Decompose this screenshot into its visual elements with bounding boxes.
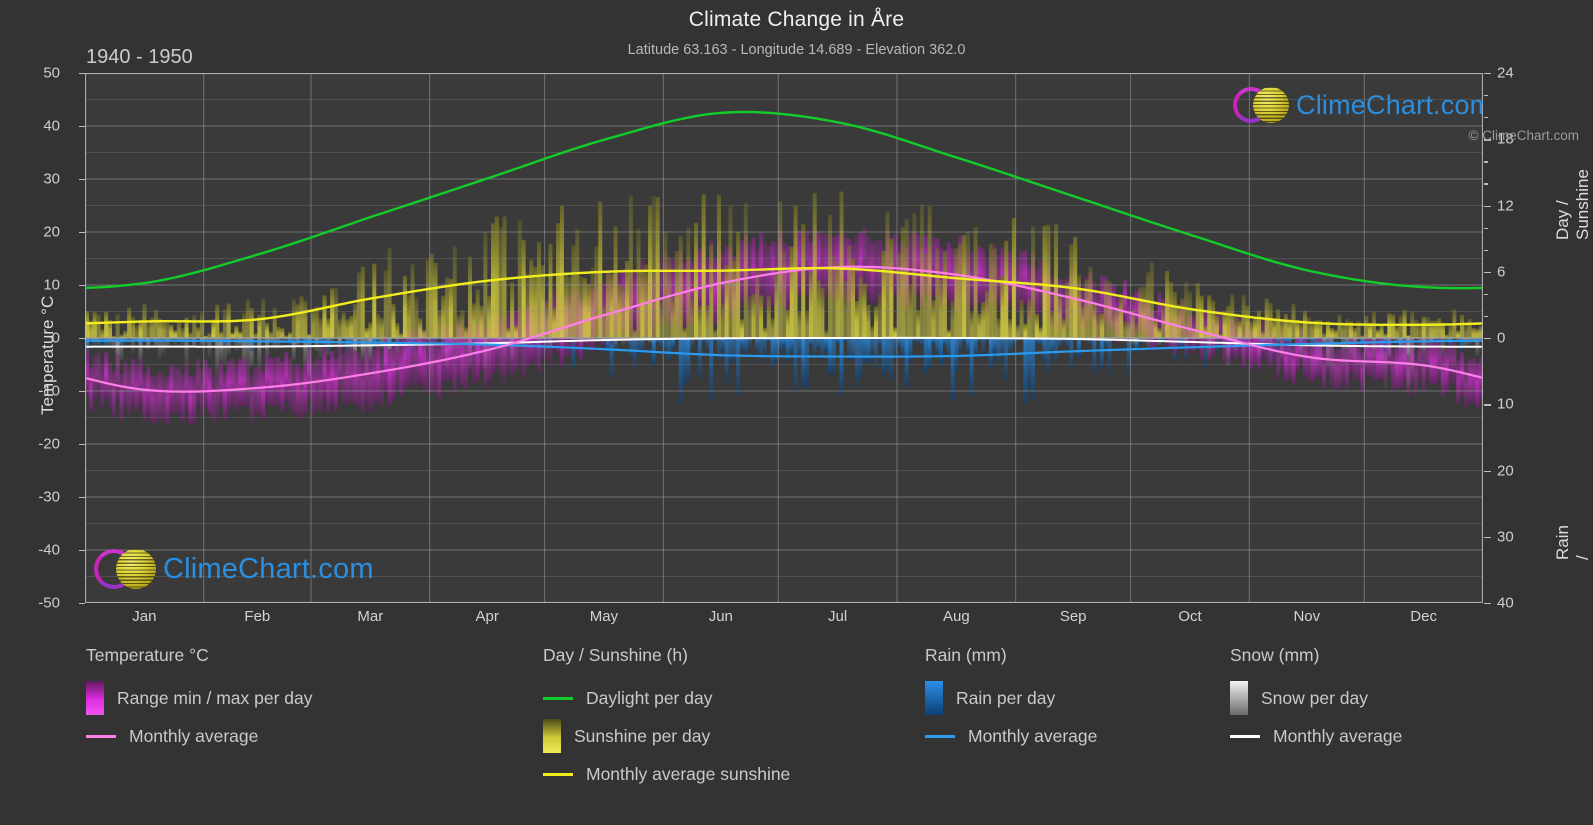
page-title: Climate Change in Åre xyxy=(688,8,905,31)
legend-item[interactable]: Monthly average xyxy=(925,717,1097,755)
axis-tick-mark xyxy=(1484,470,1491,472)
page-subtitle: Latitude 63.163 - Longitude 14.689 - Ele… xyxy=(627,42,966,58)
legend-swatch-gradient xyxy=(86,681,104,715)
x-axis-tick: Jul xyxy=(828,608,848,625)
axis-tick-mark xyxy=(1484,603,1491,605)
left-axis-tick: 20 xyxy=(43,223,60,241)
x-axis-tick: Feb xyxy=(244,608,271,625)
legend-item-label: Range min / max per day xyxy=(117,687,313,708)
copyright-notice: © ClimeChart.com xyxy=(1468,128,1579,143)
axis-tick-mark-minor xyxy=(1484,183,1488,185)
x-axis-tick: Nov xyxy=(1293,608,1321,625)
legend-swatch-gradient xyxy=(925,681,943,715)
axis-tick-mark xyxy=(1484,338,1491,340)
legend-item-label: Sunshine per day xyxy=(574,725,711,746)
period-label: 1940 - 1950 xyxy=(86,46,193,68)
axis-tick-mark-minor xyxy=(1484,117,1488,119)
axis-tick-mark xyxy=(79,603,85,605)
axis-tick-mark xyxy=(1484,271,1491,274)
x-axis-tick: Dec xyxy=(1410,608,1437,625)
legend-swatch-line xyxy=(1230,734,1260,738)
legend-group: Day / Sunshine (h) Daylight per day Sunshi… xyxy=(543,645,790,793)
left-axis-tick: -10 xyxy=(38,382,60,400)
axis-tick-mark-minor xyxy=(1484,315,1488,318)
axis-tick-mark xyxy=(1484,205,1491,207)
x-axis-tick: Apr xyxy=(475,608,499,625)
axis-tick-mark xyxy=(1484,73,1491,75)
left-axis-tick: -20 xyxy=(38,435,60,453)
legend-group-title: Rain (mm) xyxy=(925,645,1007,665)
right-axis-top-tick: 6 xyxy=(1497,263,1506,281)
sunshine-daily-bars xyxy=(85,191,1483,338)
legend-item[interactable]: Daylight per day xyxy=(543,679,790,717)
legend-item[interactable]: Range min / max per day xyxy=(86,679,313,717)
legend-item[interactable]: Rain per day xyxy=(925,679,1097,717)
x-axis-tick: Aug xyxy=(942,608,970,625)
left-axis-tick: -40 xyxy=(38,541,60,559)
x-axis-tick: Jun xyxy=(708,608,733,625)
x-axis-tick: May xyxy=(589,608,619,625)
legend-swatch-line-wrap xyxy=(86,734,116,738)
legend-item-label: Daylight per day xyxy=(586,687,713,708)
legend-swatch-line-wrap xyxy=(543,696,573,700)
left-axis-tick: -30 xyxy=(38,488,60,506)
legend-item-label: Monthly average xyxy=(1273,725,1403,746)
right-axis-bottom-tick: 10 xyxy=(1497,395,1514,413)
legend-item[interactable]: Monthly average xyxy=(1230,717,1402,755)
x-axis-tick: Jan xyxy=(132,608,157,625)
chart-legend: Temperature °C Range min / max per day Mon… xyxy=(0,645,1593,825)
right-axis-bottom-tick: 20 xyxy=(1497,462,1514,479)
legend-group: Snow (mm) Snow per day Monthly average xyxy=(1230,645,1402,755)
legend-group: Temperature °C Range min / max per day Mon… xyxy=(86,645,313,755)
right-axis-top-tick: 24 xyxy=(1497,64,1514,82)
left-axis-tick: 50 xyxy=(43,64,60,82)
right-axis-top-title: Day / Sunshine (h) xyxy=(1553,169,1592,240)
legend-swatch-line xyxy=(543,772,573,776)
left-axis-tick: 0 xyxy=(51,329,60,347)
axis-tick-mark-minor xyxy=(1484,249,1488,251)
legend-group: Rain (mm) Rain per day Monthly average xyxy=(925,645,1097,755)
legend-item[interactable]: Snow per day xyxy=(1230,679,1402,717)
axis-tick-mark-minor xyxy=(1484,161,1488,163)
legend-group-title: Day / Sunshine (h) xyxy=(543,645,688,665)
legend-item-label: Snow per day xyxy=(1261,687,1369,708)
x-axis-tick: Mar xyxy=(357,608,384,625)
x-axis-tick: Sep xyxy=(1059,608,1087,625)
axis-tick-mark-minor xyxy=(1484,293,1488,296)
legend-item-label: Monthly average sunshine xyxy=(586,763,791,784)
legend-swatch-line xyxy=(925,734,955,738)
legend-group-title: Temperature °C xyxy=(86,645,209,665)
right-axis-bottom-tick: 40 xyxy=(1497,594,1514,612)
legend-item-label: Monthly average xyxy=(968,725,1098,746)
legend-item-label: Monthly average xyxy=(129,725,259,746)
axis-tick-mark-minor xyxy=(1484,95,1488,97)
legend-item[interactable]: Monthly average sunshine xyxy=(543,755,790,793)
legend-group-title: Snow (mm) xyxy=(1230,645,1320,665)
chart-plot-area: ClimeChart.com ClimeChart.com xyxy=(85,73,1483,603)
legend-item[interactable]: Sunshine per day xyxy=(543,717,790,755)
legend-swatch-line xyxy=(86,734,116,738)
legend-swatch-line-wrap xyxy=(1230,734,1260,738)
x-axis-tick: Oct xyxy=(1178,608,1202,625)
left-axis-tick: 10 xyxy=(43,276,60,294)
right-axis-top-tick: 12 xyxy=(1497,197,1514,214)
right-axis-bottom-tick: 30 xyxy=(1497,528,1514,546)
left-axis-tick: 40 xyxy=(43,117,60,135)
legend-swatch-gradient xyxy=(1230,681,1248,715)
right-axis-top-tick: 0 xyxy=(1497,329,1506,347)
legend-item[interactable]: Monthly average xyxy=(86,717,313,755)
climate-chart-page: Climate Change in Åre Latitude 63.163 - … xyxy=(0,0,1593,825)
axis-tick-mark-minor xyxy=(1484,227,1488,229)
legend-swatch-line xyxy=(543,696,573,700)
left-axis-tick: -50 xyxy=(38,594,60,612)
legend-swatch-line-wrap xyxy=(543,772,573,776)
legend-item-label: Rain per day xyxy=(956,687,1056,708)
axis-tick-mark xyxy=(1484,404,1491,406)
left-axis-tick: 30 xyxy=(43,170,60,188)
right-axis-bottom-title: Rain / Snow (mm) xyxy=(1553,525,1592,560)
axis-tick-mark xyxy=(1484,536,1491,539)
legend-swatch-gradient xyxy=(543,719,561,753)
legend-swatch-line-wrap xyxy=(925,734,955,738)
